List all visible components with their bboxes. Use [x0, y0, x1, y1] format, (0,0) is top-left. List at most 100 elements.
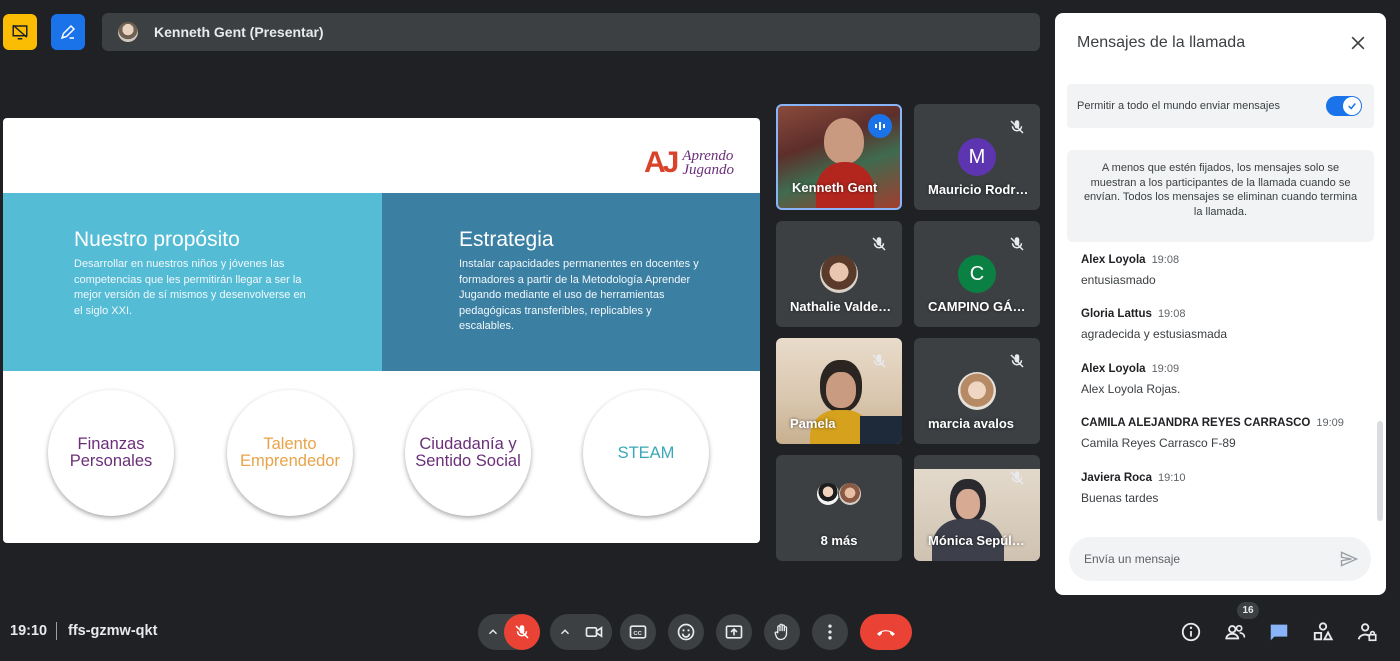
- circle-talento: Talento Emprendedor: [227, 390, 353, 516]
- chat-panel-title: Mensajes de la llamada: [1077, 34, 1246, 51]
- more-participants-label: 8 más: [820, 533, 858, 548]
- permit-messages-toggle[interactable]: [1326, 96, 1362, 116]
- mic-off-icon: [1010, 120, 1024, 134]
- raise-hand-button[interactable]: [764, 614, 800, 650]
- participant-name: Nathalie Valde…: [790, 299, 892, 314]
- hang-up-icon: [877, 630, 895, 636]
- current-time: 19:10: [10, 623, 48, 639]
- participant-tile-more[interactable]: 8 más: [776, 455, 902, 561]
- chat-info-box: A menos que estén fijados, los mensajes …: [1067, 150, 1374, 242]
- captions-icon: CC: [629, 625, 647, 639]
- chat-message: Javiera Roca 19:10 Buenas tardes: [1081, 472, 1371, 505]
- camera-toggle-button[interactable]: [576, 614, 612, 650]
- message-text: entusiasmado: [1081, 273, 1156, 287]
- message-compose-box: [1069, 537, 1371, 581]
- annotate-button[interactable]: [51, 14, 85, 50]
- mic-off-icon: [1010, 471, 1024, 485]
- message-sender: Gloria Lattus: [1081, 308, 1152, 320]
- message-text: Buenas tardes: [1081, 491, 1159, 505]
- presenter-avatar: [118, 22, 138, 42]
- present-button[interactable]: [716, 614, 752, 650]
- more-avatar-2: [838, 482, 862, 506]
- participant-tile-pamela[interactable]: Pamela: [776, 338, 902, 444]
- svg-text:CC: CC: [633, 631, 642, 637]
- purpose-band: Nuestro propósito Desarrollar en nuestro…: [3, 193, 382, 371]
- chevron-up-icon[interactable]: [486, 625, 500, 639]
- mic-off-icon: [1010, 354, 1024, 368]
- chat-message: Gloria Lattus 19:08 agradecida y estusias…: [1081, 308, 1371, 341]
- speaking-indicator: [868, 114, 892, 138]
- participant-tile-campino[interactable]: C CAMPINO GÁ…: [914, 221, 1040, 327]
- chat-message: Alex Loyola 19:08 entusiasmado: [1081, 254, 1371, 287]
- circle-label-line2: Emprendedor: [240, 452, 340, 470]
- participant-name: Kenneth Gent: [792, 180, 878, 195]
- strategy-band: Estrategia Instalar capacidades permanen…: [382, 193, 760, 371]
- mic-off-icon: [1010, 237, 1024, 251]
- circle-label-line1: Ciudadanía y: [419, 435, 517, 453]
- chevron-up-icon[interactable]: [558, 625, 572, 639]
- participant-tile-kenneth[interactable]: Kenneth Gent: [776, 104, 902, 210]
- circle-label-line1: Finanzas: [77, 435, 145, 453]
- chat-message: CAMILA ALEJANDRA REYES CARRASCO 19:09 Cam…: [1081, 417, 1371, 450]
- mic-toggle-button[interactable]: [504, 614, 540, 650]
- more-vert-icon: [828, 624, 832, 640]
- participant-name: marcia avalos: [928, 416, 1015, 431]
- participant-name: Pamela: [790, 416, 836, 431]
- circle-label-line2: Personales: [69, 452, 153, 470]
- host-controls-button[interactable]: [1355, 620, 1379, 644]
- logo-line2: Jugando: [682, 162, 734, 178]
- mic-off-icon: [872, 354, 886, 368]
- participant-avatar: [820, 255, 858, 293]
- chat-message: Alex Loyola 19:09 Alex Loyola Rojas.: [1081, 363, 1371, 396]
- message-sender: Javiera Roca: [1081, 472, 1152, 484]
- circle-steam: STEAM: [583, 390, 709, 516]
- pen-icon: [60, 24, 76, 40]
- more-options-button[interactable]: [812, 614, 848, 650]
- aprendo-jugando-logo: AJ Aprendo Jugando: [644, 146, 734, 180]
- mic-control-group: [478, 614, 540, 650]
- message-time: 19:08: [1151, 254, 1180, 266]
- reactions-button[interactable]: [668, 614, 704, 650]
- chat-panel: Mensajes de la llamada Permitir a todo e…: [1055, 13, 1386, 595]
- people-button[interactable]: [1223, 620, 1247, 644]
- meeting-details-button[interactable]: [1179, 620, 1203, 644]
- camera-control-group: [550, 614, 612, 650]
- participant-tile-marcia[interactable]: marcia avalos: [914, 338, 1040, 444]
- circle-finanzas: Finanzas Personales: [48, 390, 174, 516]
- message-time: 19:09: [1151, 363, 1180, 375]
- captions-button[interactable]: CC: [620, 614, 656, 650]
- participant-avatar: C: [958, 255, 996, 293]
- strategy-title: Estrategia: [459, 228, 554, 251]
- participant-name: CAMPINO GÁ…: [928, 299, 1026, 314]
- logo-mark: AJ: [643, 146, 679, 179]
- chat-button[interactable]: [1267, 620, 1291, 644]
- camera-icon: [585, 626, 603, 638]
- participant-tile-nathalie[interactable]: Nathalie Valde…: [776, 221, 902, 327]
- presenter-label: Kenneth Gent (Presentar): [154, 24, 324, 40]
- send-icon[interactable]: [1339, 549, 1359, 569]
- mic-off-icon: [872, 237, 886, 251]
- message-input[interactable]: [1084, 537, 1324, 581]
- avatar-initial: C: [969, 262, 985, 285]
- purpose-text: Desarrollar en nuestros niños y jóvenes …: [74, 258, 306, 317]
- present-screen-icon: [725, 625, 743, 639]
- presentation-off-button[interactable]: [3, 14, 37, 50]
- more-avatar-1: [816, 482, 840, 506]
- chat-scrollbar[interactable]: [1377, 421, 1383, 521]
- leave-call-button[interactable]: [860, 614, 912, 650]
- participant-count-badge: 16: [1237, 602, 1259, 619]
- participant-tile-mauricio[interactable]: M Mauricio Rodr…: [914, 104, 1040, 210]
- activities-button[interactable]: [1311, 620, 1335, 644]
- participant-tile-monica[interactable]: Mónica Sepúl…: [914, 455, 1040, 561]
- participant-name: Mónica Sepúl…: [928, 533, 1025, 548]
- strategy-text: Instalar capacidades permanentes en doce…: [459, 258, 699, 332]
- presenter-bar: Kenneth Gent (Presentar): [102, 13, 1040, 51]
- message-sender: Alex Loyola: [1081, 254, 1146, 266]
- participant-avatar: [958, 372, 996, 410]
- circle-label-line1: Talento: [263, 435, 317, 453]
- purpose-title: Nuestro propósito: [74, 228, 240, 251]
- message-text: Alex Loyola Rojas.: [1081, 382, 1181, 396]
- close-icon[interactable]: [1348, 33, 1368, 53]
- shapes-icon: [1313, 622, 1334, 641]
- meeting-code: ffs-gzmw-qkt: [68, 623, 158, 639]
